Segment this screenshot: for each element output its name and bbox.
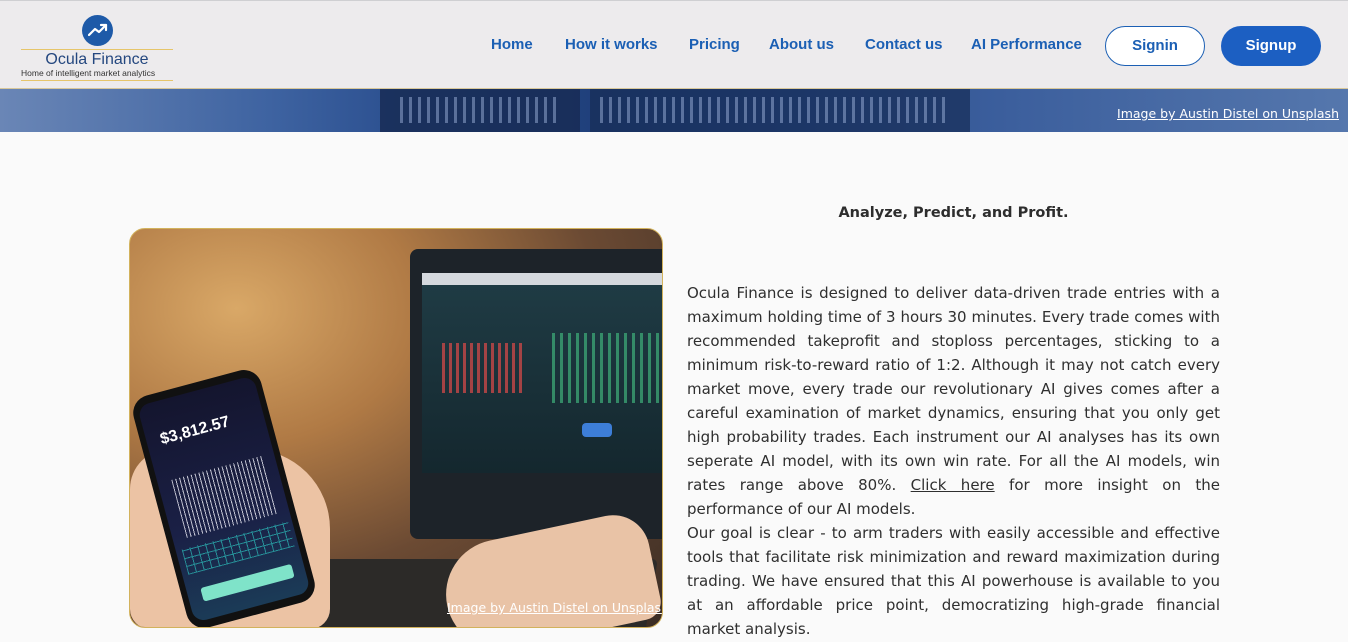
click-here-link[interactable]: Click here [911,476,995,494]
brand-name: Ocula Finance [21,49,173,69]
chart-bars-green [552,333,662,403]
nav-home[interactable]: Home [491,36,533,53]
brand-logo[interactable]: Ocula Finance Home of intelligent market… [21,14,173,82]
chart-button [582,423,612,437]
photo-credit-link[interactable]: Image by Austin Distel on Unsplash [447,600,662,615]
hero-ticker-bars [400,97,560,123]
nav-about-us[interactable]: About us [769,36,834,53]
section-heading: Analyze, Predict, and Profit. [838,205,1069,221]
trading-photo: $3,812.57 Image by Austin Distel on Unsp… [129,228,663,628]
hero-ticker-bars [600,97,950,123]
goal-paragraph: Our goal is clear - to arm traders with … [687,524,1220,638]
brand-tagline: Home of intelligent market analytics [21,68,173,81]
nav-pricing[interactable]: Pricing [689,36,740,53]
signup-button[interactable]: Signup [1221,26,1321,66]
laptop-illustration [410,249,662,539]
laptop-screen [422,273,662,473]
nav-how-it-works[interactable]: How it works [565,36,658,53]
nav-contact-us[interactable]: Contact us [865,36,943,53]
intro-text: Ocula Finance is designed to deliver dat… [687,284,1220,494]
phone-buy-button [200,563,295,602]
chart-bars-red [442,343,522,393]
site-header: Ocula Finance Home of intelligent market… [0,0,1348,89]
trend-up-icon [82,15,113,46]
phone-chart [171,455,278,538]
signin-button[interactable]: Signin [1105,26,1205,66]
intro-paragraph: Ocula Finance is designed to deliver dat… [687,281,1220,521]
phone-price: $3,812.57 [158,413,232,449]
hero-banner-image: Image by Austin Distel on Unsplash [0,89,1348,132]
hero-image-credit-link[interactable]: Image by Austin Distel on Unsplash [1117,106,1339,121]
nav-ai-performance[interactable]: AI Performance [971,36,1082,53]
